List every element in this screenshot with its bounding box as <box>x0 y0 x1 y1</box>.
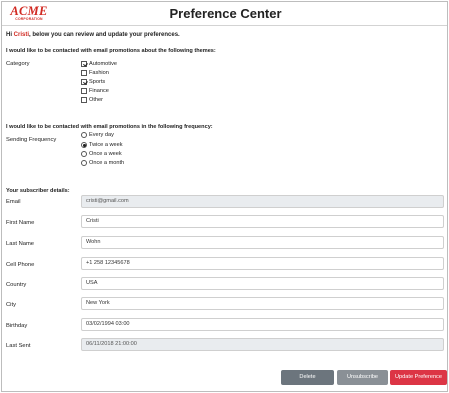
twice-a-week-radio[interactable] <box>81 142 87 148</box>
update-preference-button[interactable]: Update Preference <box>390 370 447 385</box>
finance-checkbox[interactable] <box>81 88 87 94</box>
first-name-field[interactable]: Cristi <box>81 215 444 228</box>
email-field[interactable]: cristi@gmail.com <box>81 195 444 208</box>
theme-option-automotive[interactable]: Automotive <box>81 60 117 68</box>
unsubscribe-button[interactable]: Unsubscribe <box>337 370 388 385</box>
other-checkbox[interactable] <box>81 97 87 103</box>
fashion-checkbox[interactable] <box>81 70 87 76</box>
theme-option-label: Finance <box>89 88 109 94</box>
frequency-option-label: Every day <box>89 132 114 138</box>
frequency-option-twice-a-week[interactable]: Twice a week <box>81 141 123 149</box>
frequency-option-label: Twice a week <box>89 142 123 148</box>
theme-option-label: Sports <box>89 79 106 85</box>
frequency-option-once-a-month[interactable]: Once a month <box>81 159 124 167</box>
frequency-option-once-a-week[interactable]: Once a week <box>81 150 122 158</box>
first-name-label: First Name <box>6 220 35 226</box>
theme-option-fashion[interactable]: Fashion <box>81 69 109 77</box>
theme-option-other[interactable]: Other <box>81 96 103 104</box>
frequency-heading: I would like to be contacted with email … <box>6 124 213 130</box>
theme-option-label: Fashion <box>89 70 109 76</box>
country-field[interactable]: USA <box>81 277 444 290</box>
frequency-option-label: Once a week <box>89 151 122 157</box>
birthday-label: Birthday <box>6 323 28 329</box>
frequency-option-label: Once a month <box>89 160 125 166</box>
once-a-month-radio[interactable] <box>81 160 87 166</box>
page-title: Preference Center <box>169 6 282 21</box>
delete-button[interactable]: Delete <box>281 370 334 385</box>
email-label: Email <box>6 199 21 205</box>
greeting-prefix: Hi <box>6 32 14 38</box>
theme-option-label: Automotive <box>89 61 117 67</box>
last-name-label: Last Name <box>6 241 35 247</box>
automotive-checkbox[interactable] <box>81 61 87 67</box>
theme-option-label: Other <box>89 97 103 103</box>
last-name-field[interactable]: Wohn <box>81 236 444 249</box>
page-header: ACME CORPORATION Preference Center <box>2 2 447 26</box>
last-sent-field[interactable]: 06/11/2018 21:00:00 <box>81 338 444 351</box>
once-a-week-radio[interactable] <box>81 151 87 157</box>
last-sent-label: Last Sent <box>6 343 31 349</box>
cell-phone-label: Cell Phone <box>6 262 35 268</box>
birthday-field[interactable]: 03/02/1994 03:00 <box>81 318 444 331</box>
cell-phone-field[interactable]: +1 258 12345678 <box>81 257 444 270</box>
preference-center-panel: ACME CORPORATION Preference Center Hi Cr… <box>1 1 448 392</box>
greeting-text: Hi Cristi, below you can review and upda… <box>6 31 180 39</box>
greeting-user-name: Cristi <box>13 32 30 38</box>
country-label: Country <box>6 282 27 288</box>
sports-checkbox[interactable] <box>81 79 87 85</box>
every-day-radio[interactable] <box>81 132 87 138</box>
sending-frequency-label: Sending Frequency <box>6 137 57 143</box>
subscriber-details-heading: Your subscriber details: <box>6 188 70 194</box>
theme-option-sports[interactable]: Sports <box>81 78 105 86</box>
category-label: Category <box>6 61 30 67</box>
city-label: City <box>6 302 16 308</box>
greeting-suffix: , below you can review and update your p… <box>29 32 180 38</box>
city-field[interactable]: New York <box>81 297 444 310</box>
theme-option-finance[interactable]: Finance <box>81 87 109 95</box>
themes-heading: I would like to be contacted with email … <box>6 48 216 54</box>
frequency-option-every-day[interactable]: Every day <box>81 131 114 139</box>
